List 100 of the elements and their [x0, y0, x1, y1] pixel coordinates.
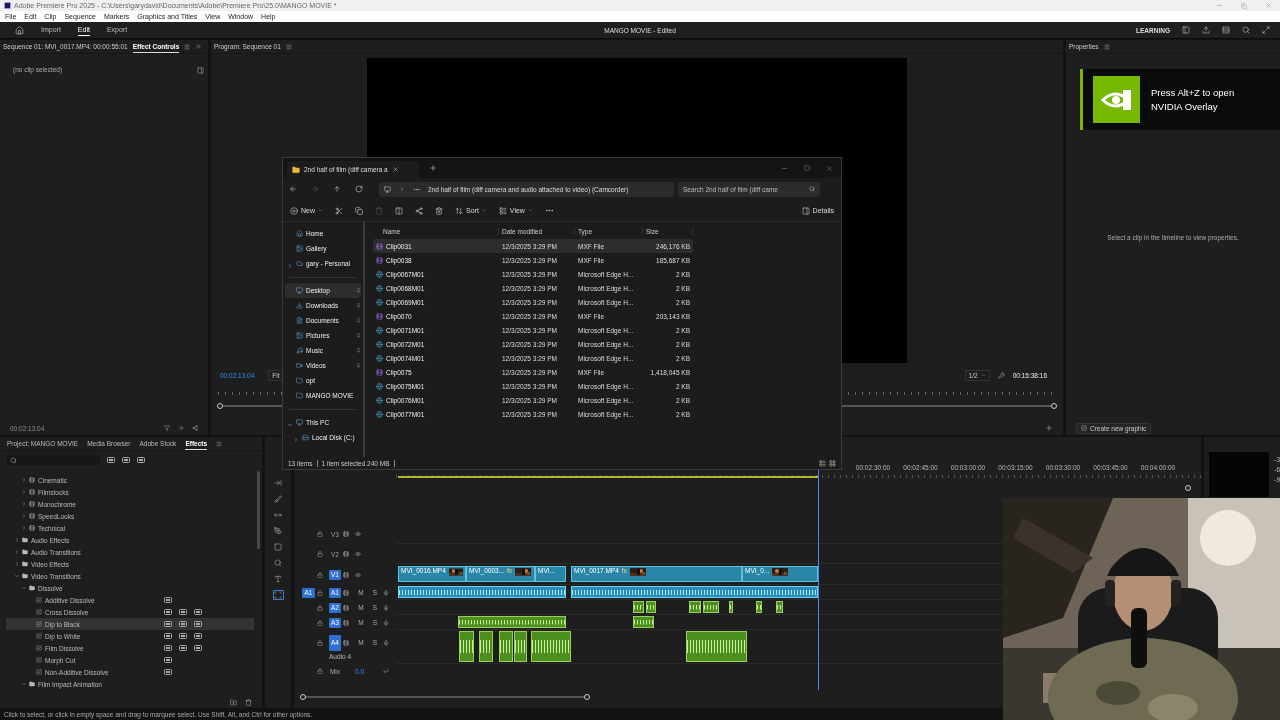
- globe-icon: [376, 270, 383, 278]
- lock-icon[interactable]: [317, 668, 323, 674]
- audio-clip[interactable]: [479, 631, 493, 662]
- lock-icon[interactable]: [317, 571, 323, 578]
- filter-badge-icon[interactable]: [122, 457, 130, 463]
- audio-clip[interactable]: [756, 601, 762, 613]
- lock-icon[interactable]: [317, 531, 323, 537]
- audio-clip[interactable]: [514, 631, 527, 662]
- menu-icon[interactable]: [216, 440, 223, 447]
- toggle-icon[interactable]: [343, 639, 349, 646]
- double-arrow-icon: [274, 511, 282, 519]
- tiles-view-icon[interactable]: [829, 459, 836, 467]
- wrench-icon[interactable]: [997, 371, 1005, 379]
- tool-button[interactable]: [272, 590, 284, 600]
- microphone-icon[interactable]: [383, 604, 389, 611]
- workspaces-icon[interactable]: [1222, 26, 1230, 34]
- add-button-icon[interactable]: [1045, 424, 1053, 432]
- eye-icon[interactable]: [355, 571, 361, 578]
- tool-button[interactable]: [272, 558, 284, 568]
- toggle-output-icon[interactable]: [343, 531, 349, 537]
- pin-icon: [356, 348, 361, 353]
- tool-button[interactable]: [272, 510, 284, 520]
- search-icon[interactable]: [1242, 26, 1250, 34]
- sort-icon: [455, 206, 463, 215]
- audio-clip[interactable]: [729, 601, 733, 613]
- pin-icon: [356, 333, 361, 338]
- audio-clip[interactable]: [689, 601, 701, 613]
- maximize-icon[interactable]: [804, 164, 810, 171]
- audio-clip[interactable]: [703, 601, 719, 613]
- cut-icon[interactable]: [335, 206, 343, 215]
- menu-icon[interactable]: [184, 43, 191, 50]
- filter-badge-icon[interactable]: [107, 457, 115, 463]
- menu-icon[interactable]: [1103, 43, 1110, 50]
- audio-clip[interactable]: [686, 631, 747, 662]
- panel-toggle-icon[interactable]: [197, 67, 204, 74]
- lock-icon[interactable]: [317, 619, 323, 626]
- refresh-icon[interactable]: [355, 185, 363, 193]
- audio-clip[interactable]: [458, 616, 566, 628]
- details-icon: [801, 206, 810, 215]
- folder-icon: [292, 165, 300, 174]
- back-icon[interactable]: [289, 185, 297, 193]
- more-icon[interactable]: [544, 206, 554, 215]
- audio-clip[interactable]: [531, 631, 571, 662]
- export-icon[interactable]: [192, 425, 198, 431]
- home-icon[interactable]: [15, 25, 24, 35]
- tool-button[interactable]: [272, 478, 284, 488]
- delete-icon[interactable]: [245, 698, 252, 706]
- lock-icon[interactable]: [317, 551, 323, 557]
- filter-icon[interactable]: [164, 425, 170, 431]
- microphone-icon[interactable]: [383, 589, 389, 596]
- zoom-handle[interactable]: [1051, 403, 1057, 409]
- end-icon[interactable]: [383, 668, 389, 674]
- close-icon[interactable]: [391, 166, 399, 173]
- new-folder-icon[interactable]: [230, 698, 237, 706]
- toggle-output-icon[interactable]: [343, 551, 349, 557]
- audio-clip[interactable]: [459, 631, 474, 662]
- audio-clip[interactable]: [499, 631, 513, 662]
- more-panels-icon[interactable]: [195, 43, 203, 50]
- lock-icon[interactable]: [317, 589, 323, 596]
- audio-clip[interactable]: [646, 601, 656, 613]
- tool-button[interactable]: [272, 526, 284, 536]
- audio-clip[interactable]: [776, 601, 783, 613]
- toggle-output-icon[interactable]: [343, 571, 349, 578]
- eye-icon[interactable]: [355, 551, 361, 557]
- search-icon: [809, 186, 815, 192]
- tool-button[interactable]: [272, 494, 284, 504]
- close-icon[interactable]: [826, 164, 833, 172]
- lock-icon[interactable]: [317, 639, 323, 646]
- eye-icon[interactable]: [355, 531, 361, 537]
- panel-icon[interactable]: [1182, 26, 1190, 34]
- pen-icon: [274, 527, 282, 535]
- microphone-icon[interactable]: [383, 639, 389, 646]
- share-icon[interactable]: [415, 206, 423, 215]
- disk-icon: [302, 434, 309, 441]
- delete-icon[interactable]: [435, 206, 443, 215]
- eye-logo-icon: [1093, 76, 1140, 123]
- lock-icon[interactable]: [317, 604, 323, 611]
- toggle-icon[interactable]: [343, 604, 349, 611]
- search-field[interactable]: [7, 455, 100, 465]
- audio-clip[interactable]: [633, 601, 644, 613]
- audio-clip[interactable]: [571, 586, 818, 598]
- new-tab-icon[interactable]: [429, 164, 437, 172]
- menu-icon[interactable]: [285, 43, 292, 50]
- folder-icon: [22, 561, 28, 567]
- toggle-icon[interactable]: [343, 589, 349, 596]
- fullscreen-icon[interactable]: [1262, 26, 1270, 34]
- microphone-icon[interactable]: [383, 619, 389, 626]
- copy-icon[interactable]: [355, 206, 363, 215]
- tool-button[interactable]: [272, 542, 284, 552]
- filter-badge-icon[interactable]: [137, 457, 145, 463]
- toggle-icon[interactable]: [343, 619, 349, 626]
- audio-clip[interactable]: [398, 586, 566, 598]
- audio-clip[interactable]: [633, 616, 654, 628]
- graphic-icon: [1081, 425, 1087, 431]
- details-view-icon[interactable]: [819, 459, 826, 467]
- tool-button[interactable]: [272, 574, 284, 584]
- share-icon[interactable]: [1202, 26, 1210, 34]
- up-icon[interactable]: [333, 185, 341, 193]
- notification-text: Press Alt+Z to open NVIDIA Overlay: [1151, 86, 1236, 113]
- zoom-handle[interactable]: [584, 694, 590, 700]
